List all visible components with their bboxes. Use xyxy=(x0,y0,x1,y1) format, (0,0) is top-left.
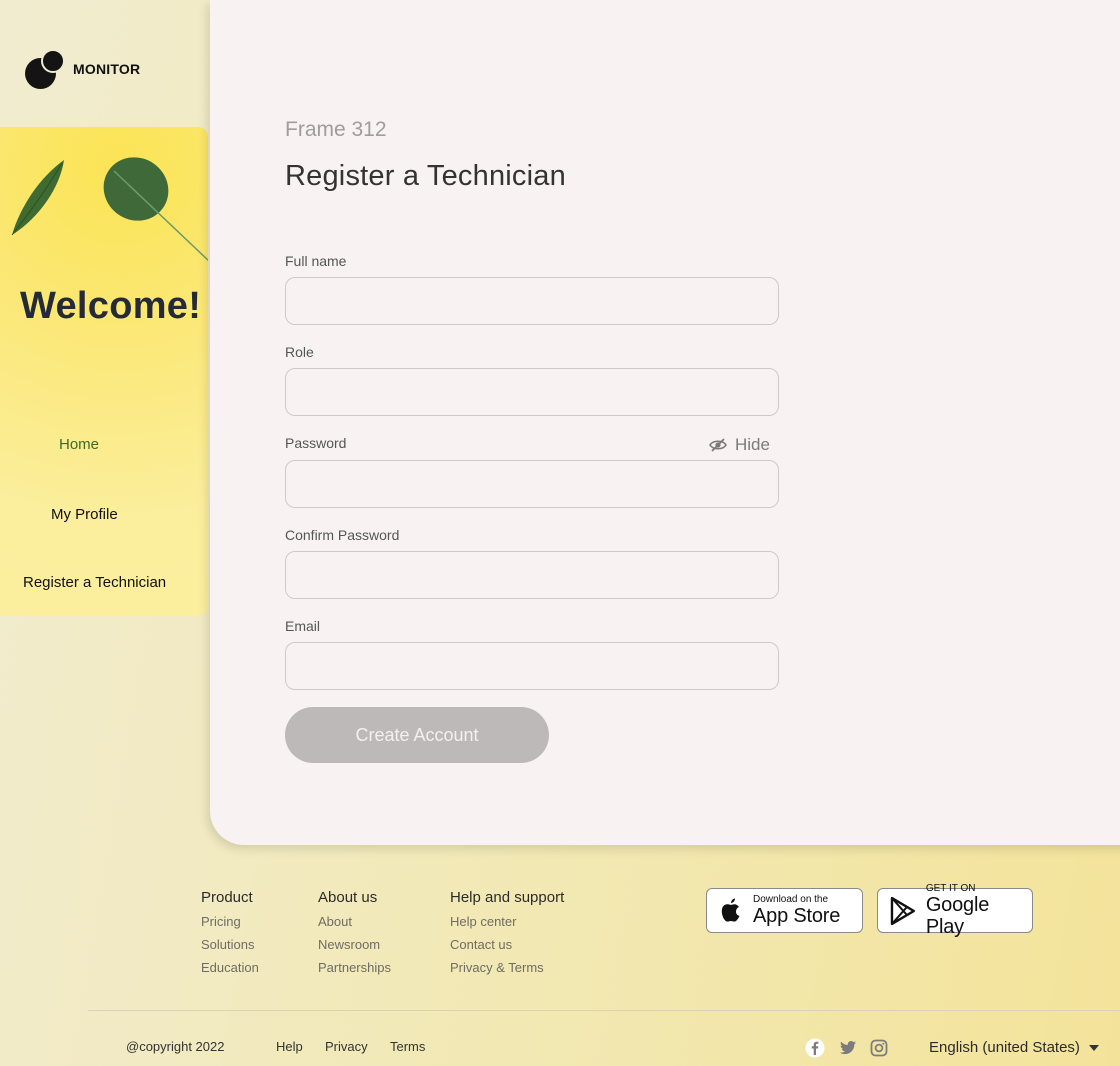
google-play-small-text: GET IT ON xyxy=(925,883,976,894)
hide-label: Hide xyxy=(735,435,770,454)
app-store-button[interactable]: Download on the App Store xyxy=(706,888,863,933)
email-input[interactable] xyxy=(285,642,779,690)
role-label: Role xyxy=(285,344,314,360)
eye-slash-icon xyxy=(709,438,727,452)
footer-link-newsroom[interactable]: Newsroom xyxy=(318,937,391,952)
apple-icon xyxy=(721,898,740,922)
language-selector[interactable]: English (united States) xyxy=(929,1039,1099,1056)
footer-link-solutions[interactable]: Solutions xyxy=(201,937,259,952)
sidebar-item-home[interactable]: Home xyxy=(59,436,99,453)
email-label: Email xyxy=(285,618,321,634)
sidebar-item-my-profile[interactable]: My Profile xyxy=(51,506,118,523)
logo-icon xyxy=(25,49,65,89)
google-play-button[interactable]: GET IT ON Google Play xyxy=(877,883,1033,938)
welcome-heading: Welcome! xyxy=(20,285,202,327)
footer-link-pricing[interactable]: Pricing xyxy=(201,914,259,929)
create-account-button[interactable]: Create Account xyxy=(285,707,549,763)
password-label: Password xyxy=(285,435,347,451)
brand-name: MONITOR xyxy=(73,61,141,77)
footer-link-partnerships[interactable]: Partnerships xyxy=(318,960,391,975)
app-store-big-text: App Store xyxy=(753,905,841,927)
copyright-text: @copyright 2022 xyxy=(126,1039,225,1054)
google-play-icon xyxy=(890,896,916,925)
bottom-link-terms[interactable]: Terms xyxy=(390,1039,425,1054)
language-label: English (united States) xyxy=(929,1039,1080,1056)
chevron-down-icon xyxy=(1088,1044,1099,1051)
footer-link-about[interactable]: About xyxy=(318,914,391,929)
footer-column-product: Product Pricing Solutions Education xyxy=(201,889,259,983)
leaves-illustration xyxy=(11,157,208,262)
confirm-password-label: Confirm Password xyxy=(285,527,400,543)
sidebar: Welcome! Home My Profile Register a Tech… xyxy=(0,127,208,616)
footer-column-help: Help and support Help center Contact us … xyxy=(450,889,564,983)
page-title: Register a Technician xyxy=(285,160,566,192)
footer-column-about: About us About Newsroom Partnerships xyxy=(318,889,391,983)
footer-heading: About us xyxy=(318,889,378,906)
footer-divider xyxy=(88,1010,1120,1011)
sidebar-item-register-technician[interactable]: Register a Technician xyxy=(23,574,166,591)
full-name-label: Full name xyxy=(285,253,347,269)
app-store-small-text: Download on the xyxy=(753,894,829,905)
twitter-icon[interactable] xyxy=(838,1038,858,1058)
footer-link-education[interactable]: Education xyxy=(201,960,259,975)
footer-link-help-center[interactable]: Help center xyxy=(450,914,564,929)
bottom-link-help[interactable]: Help xyxy=(276,1039,303,1054)
footer-link-contact-us[interactable]: Contact us xyxy=(450,937,564,952)
footer-heading: Help and support xyxy=(450,889,565,906)
google-play-big-text: Google Play xyxy=(925,894,990,938)
brand-logo[interactable]: MONITOR xyxy=(25,49,140,89)
password-input[interactable] xyxy=(285,460,779,508)
footer-link-privacy-terms[interactable]: Privacy & Terms xyxy=(450,960,564,975)
registration-card: Frame 312 Register a Technician Full nam… xyxy=(210,0,1120,845)
footer-heading: Product xyxy=(201,889,253,906)
confirm-password-input[interactable] xyxy=(285,551,779,599)
full-name-input[interactable] xyxy=(285,277,779,325)
bottom-link-privacy[interactable]: Privacy xyxy=(325,1039,368,1054)
frame-label: Frame 312 xyxy=(285,118,387,141)
password-visibility-toggle[interactable]: Hide xyxy=(709,435,770,455)
instagram-icon[interactable] xyxy=(869,1038,889,1058)
facebook-icon[interactable] xyxy=(805,1038,825,1058)
role-input[interactable] xyxy=(285,368,779,416)
